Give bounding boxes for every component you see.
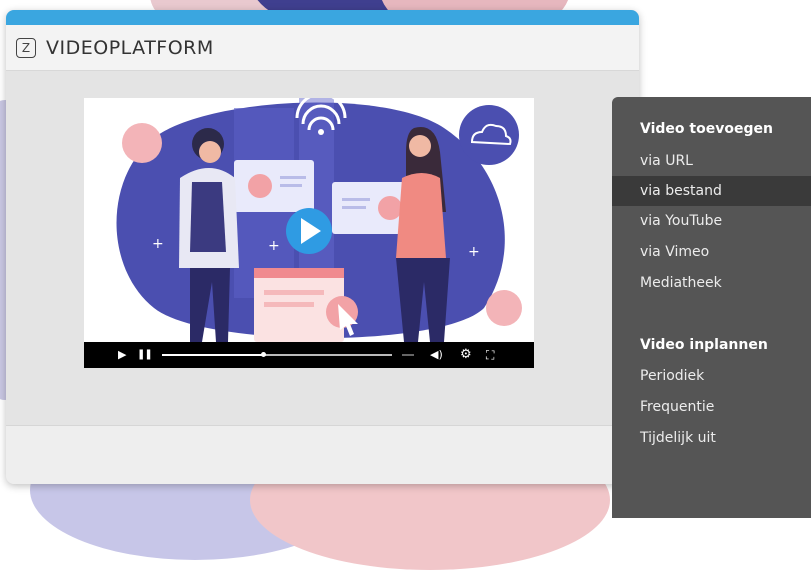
app-header: Z VIDEOPLATFORM: [6, 25, 639, 71]
settings-icon[interactable]: ⚙: [460, 342, 472, 368]
menu-heading-add-video: Video toevoegen: [640, 121, 773, 137]
menu-item-label: Tijdelijk uit: [640, 430, 716, 446]
video-progress-handle[interactable]: [261, 352, 267, 357]
app-title: VIDEOPLATFORM: [46, 36, 214, 59]
fullscreen-icon[interactable]: ⛶: [486, 342, 494, 368]
svg-text:+: +: [268, 238, 280, 254]
menu-item-periodiek[interactable]: Periodiek: [612, 361, 811, 391]
video-progress-fill: [162, 354, 264, 356]
volume-icon[interactable]: ◀): [430, 342, 443, 368]
logo-letter: Z: [21, 40, 31, 55]
app-footer: [6, 425, 639, 484]
menu-heading-schedule-video: Video inplannen: [640, 337, 768, 353]
video-thumbnail-illustration: + + +: [116, 98, 522, 342]
menu-item-label: via bestand: [640, 183, 722, 199]
menu-item-tijdelijk-uit[interactable]: Tijdelijk uit: [612, 423, 811, 453]
video-progress-slider[interactable]: [162, 352, 392, 357]
menu-item-label: Frequentie: [640, 399, 715, 415]
menu-item-label: Periodiek: [640, 368, 705, 384]
menu-item-label: Mediatheek: [640, 275, 722, 291]
menu-item-label: via URL: [640, 153, 693, 169]
video-controls-bar: ▶ ❚❚ ◀) ⚙ ⛶: [84, 342, 534, 368]
menu-item-frequentie[interactable]: Frequentie: [612, 392, 811, 422]
svg-text:+: +: [152, 236, 164, 252]
menu-item-via-vimeo[interactable]: via Vimeo: [612, 237, 811, 267]
menu-item-via-bestand[interactable]: via bestand: [612, 176, 811, 206]
menu-item-label: via Vimeo: [640, 244, 710, 260]
svg-text:+: +: [468, 244, 480, 260]
video-player[interactable]: + + + ▶ ❚❚ ◀) ⚙ ⛶: [84, 98, 534, 368]
time-separator: [402, 354, 414, 356]
add-video-menu: Video toevoegen via URL via bestand via …: [612, 97, 811, 518]
logo-icon: Z: [16, 37, 36, 58]
pause-icon[interactable]: ❚❚: [137, 342, 153, 368]
menu-item-via-youtube[interactable]: via YouTube: [612, 206, 811, 236]
menu-item-via-url[interactable]: via URL: [612, 146, 811, 176]
menu-item-mediatheek[interactable]: Mediatheek: [612, 268, 811, 298]
play-icon[interactable]: ▶: [118, 342, 126, 368]
window-accent-bar: [6, 10, 639, 25]
menu-item-label: via YouTube: [640, 213, 723, 229]
